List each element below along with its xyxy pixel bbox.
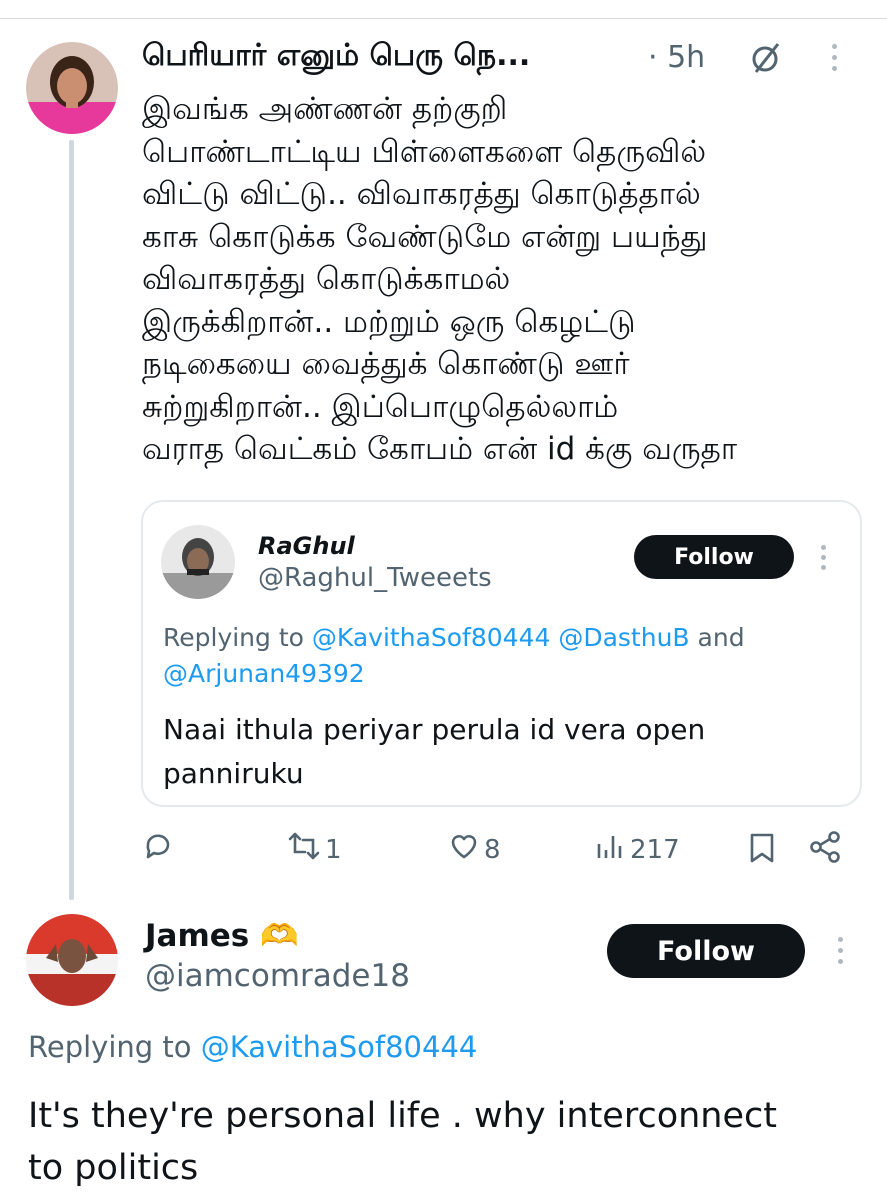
- previous-tweet-divider: [0, 0, 887, 19]
- quoted-follow-button[interactable]: Follow: [634, 535, 794, 579]
- quoted-author-handle[interactable]: @Raghul_Tweeets: [258, 563, 492, 593]
- reply-replying-user[interactable]: @KavithaSof80444: [201, 1030, 478, 1064]
- reply-author-handle[interactable]: @iamcomrade18: [145, 958, 410, 994]
- reply-replying-prefix: Replying to: [28, 1030, 192, 1064]
- grok-slash-icon[interactable]: [748, 40, 784, 76]
- reply-follow-button[interactable]: Follow: [607, 924, 805, 978]
- tweet-timestamp[interactable]: · 5h: [648, 40, 705, 75]
- reply-icon: [142, 830, 174, 869]
- more-options-icon[interactable]: [832, 44, 837, 71]
- quoted-replying-user-2[interactable]: @Arjunan49392: [163, 659, 365, 688]
- like-count: 8: [484, 834, 501, 865]
- quoted-replying-and: and: [697, 623, 745, 652]
- quoted-author-avatar[interactable]: [161, 525, 235, 599]
- retweet-action[interactable]: 1: [287, 830, 342, 869]
- quoted-replying-prefix: Replying to: [163, 623, 304, 652]
- reply-more-options-icon[interactable]: [838, 937, 843, 964]
- author-name[interactable]: பெரியார் எனும் பெரு நெ...: [142, 38, 530, 77]
- quoted-replying-to: Replying to @KavithaSof80444 @DasthuB an…: [163, 620, 843, 692]
- reply-replying-to: Replying to @KavithaSof80444: [28, 1030, 477, 1064]
- retweet-icon: [287, 830, 321, 869]
- heart-icon: [448, 830, 480, 869]
- quoted-author-name[interactable]: RaGhul: [258, 532, 355, 560]
- view-count: 217: [630, 834, 680, 865]
- like-action[interactable]: 8: [448, 830, 501, 869]
- thread-connector-line: [69, 140, 74, 900]
- retweet-count: 1: [325, 834, 342, 865]
- reply-author-name[interactable]: James: [145, 918, 249, 954]
- analytics-icon: [596, 830, 626, 869]
- quoted-replying-users[interactable]: @KavithaSof80444 @DasthuB: [312, 623, 690, 652]
- share-icon[interactable]: [808, 830, 842, 868]
- quoted-tweet-text: Naai ithula periyar perula id vera open …: [163, 713, 706, 790]
- reply-author-name-row[interactable]: James 🫶: [145, 917, 299, 954]
- views-action[interactable]: 217: [596, 830, 680, 869]
- bookmark-icon[interactable]: [748, 832, 776, 868]
- reply-action[interactable]: [142, 830, 174, 869]
- reply-text: It's they're personal life . why interco…: [28, 1096, 777, 1188]
- quoted-more-options-icon[interactable]: [821, 545, 826, 570]
- author-avatar[interactable]: [26, 42, 118, 134]
- tweet-text: இவங்க அண்ணன் தற்குறி பொண்டாட்டிய பிள்ளைக…: [142, 91, 738, 467]
- heart-hands-badge-icon: 🫶: [260, 918, 299, 954]
- reply-author-avatar[interactable]: [26, 914, 118, 1006]
